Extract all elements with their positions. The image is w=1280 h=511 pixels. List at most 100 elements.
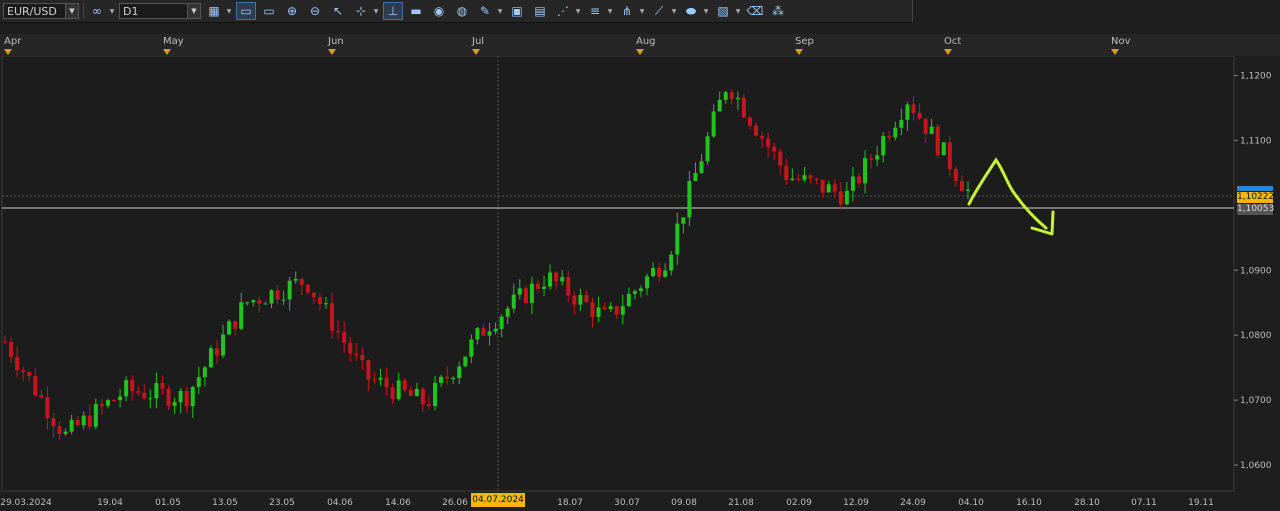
chevron-down-icon[interactable]: ▼	[670, 8, 678, 15]
bearish-candle[interactable]	[214, 348, 219, 356]
bearish-candle[interactable]	[233, 321, 238, 329]
bearish-candle[interactable]	[99, 403, 104, 406]
bullish-candle[interactable]	[941, 142, 946, 156]
bullish-candle[interactable]	[293, 278, 298, 281]
bullish-candle[interactable]	[669, 254, 674, 271]
bearish-candle[interactable]	[3, 341, 7, 343]
bearish-candle[interactable]	[887, 135, 892, 138]
bullish-candle[interactable]	[269, 290, 274, 304]
bearish-candle[interactable]	[9, 341, 14, 357]
bullish-candle[interactable]	[172, 402, 177, 406]
bullish-candle[interactable]	[148, 398, 153, 400]
bearish-candle[interactable]	[45, 397, 50, 419]
bearish-candle[interactable]	[402, 380, 407, 391]
bullish-candle[interactable]	[457, 366, 462, 378]
bullish-candle[interactable]	[493, 328, 498, 332]
zoom-out-icon[interactable]: ⊖	[305, 2, 325, 20]
bullish-candle[interactable]	[596, 307, 601, 318]
cursor-icon[interactable]: ↖	[328, 2, 348, 20]
bullish-candle[interactable]	[263, 303, 268, 305]
bid-icon[interactable]: ▭	[236, 2, 256, 20]
bearish-candle[interactable]	[75, 419, 80, 426]
bearish-candle[interactable]	[760, 135, 765, 139]
bearish-candle[interactable]	[420, 388, 425, 405]
bearish-candle[interactable]	[754, 125, 759, 136]
bearish-candle[interactable]	[729, 92, 734, 100]
bearish-candle[interactable]	[814, 178, 819, 180]
bearish-candle[interactable]	[142, 392, 147, 399]
bullish-candle[interactable]	[578, 294, 583, 305]
pencil-icon[interactable]: ✎	[475, 2, 495, 20]
bullish-candle[interactable]	[608, 306, 613, 310]
bullish-candle[interactable]	[875, 155, 880, 160]
bearish-candle[interactable]	[566, 277, 571, 296]
price-chart[interactable]: Apr May Jun Jul Aug Sep Oct Nov 1,1200 1,1100 1,09…	[0, 30, 1280, 511]
bullish-candle[interactable]	[105, 400, 110, 406]
bearish-candle[interactable]	[445, 376, 450, 379]
bearish-candle[interactable]	[136, 391, 141, 393]
chevron-down-icon[interactable]: ▼	[372, 8, 380, 15]
fan-icon[interactable]: ⋰	[553, 2, 573, 20]
bearish-candle[interactable]	[27, 372, 32, 376]
bearish-candle[interactable]	[354, 353, 359, 355]
bullish-candle[interactable]	[929, 126, 934, 134]
bullish-candle[interactable]	[287, 280, 292, 300]
pitchfork-icon[interactable]: ⋔	[617, 2, 637, 20]
bearish-candle[interactable]	[384, 377, 389, 388]
bullish-candle[interactable]	[517, 288, 522, 295]
bearish-candle[interactable]	[87, 415, 92, 427]
bearish-candle[interactable]	[778, 151, 783, 166]
bearish-candle[interactable]	[959, 181, 964, 191]
bullish-candle[interactable]	[802, 175, 807, 180]
bearish-candle[interactable]	[21, 370, 26, 373]
crosshair-icon[interactable]: ⊹	[351, 2, 371, 20]
bullish-candle[interactable]	[705, 136, 710, 162]
bearish-candle[interactable]	[408, 390, 413, 397]
line-study-icon[interactable]: ⊥	[383, 2, 403, 20]
ellipse-icon[interactable]: ⬬	[681, 2, 701, 20]
bullish-candle[interactable]	[487, 331, 492, 336]
symbol-select[interactable]: EUR/USD ▼	[3, 3, 79, 19]
bearish-candle[interactable]	[869, 158, 874, 160]
note-icon[interactable]: ▬	[406, 2, 426, 20]
bullish-candle[interactable]	[124, 380, 129, 397]
plot-area[interactable]	[1, 55, 1235, 492]
bearish-candle[interactable]	[838, 191, 843, 205]
bearish-candle[interactable]	[305, 284, 310, 293]
bearish-candle[interactable]	[572, 295, 577, 305]
bullish-candle[interactable]	[548, 272, 553, 287]
bullish-candle[interactable]	[69, 419, 74, 432]
bullish-candle[interactable]	[881, 135, 886, 156]
candlestick-chart-svg[interactable]: Apr May Jun Jul Aug Sep Oct Nov 1,1200 1,1100 1,09…	[0, 30, 1280, 511]
bearish-candle[interactable]	[366, 360, 371, 380]
bearish-candle[interactable]	[784, 165, 789, 180]
bearish-candle[interactable]	[342, 332, 347, 343]
bearish-candle[interactable]	[741, 97, 746, 118]
bearish-candle[interactable]	[257, 300, 262, 304]
bearish-candle[interactable]	[57, 426, 62, 434]
eraser-icon[interactable]: ⌫	[745, 2, 765, 20]
bullish-candle[interactable]	[850, 176, 855, 191]
bearish-candle[interactable]	[523, 288, 528, 303]
bullish-candle[interactable]	[663, 270, 668, 277]
bearish-candle[interactable]	[15, 356, 20, 371]
timeframe-select[interactable]: D1 ▼	[119, 3, 201, 19]
bearish-candle[interactable]	[112, 400, 117, 402]
chevron-down-icon[interactable]: ▼	[606, 8, 614, 15]
bullish-candle[interactable]	[208, 348, 213, 368]
chevron-down-icon[interactable]: ▼	[187, 4, 200, 18]
bearish-candle[interactable]	[390, 387, 395, 400]
chart-type-icon[interactable]: ▦	[204, 2, 224, 20]
bullish-candle[interactable]	[687, 180, 692, 218]
bearish-candle[interactable]	[299, 278, 304, 285]
trend-icon[interactable]: ⟋	[649, 2, 669, 20]
bearish-candle[interactable]	[39, 395, 44, 398]
monitor-icon[interactable]: ▧	[713, 2, 733, 20]
bullish-candle[interactable]	[118, 396, 123, 401]
bearish-candle[interactable]	[535, 283, 540, 289]
link-icon[interactable]: ∞	[87, 2, 107, 20]
bearish-candle[interactable]	[766, 138, 771, 147]
ask-icon[interactable]: ▭	[259, 2, 279, 20]
bearish-candle[interactable]	[372, 379, 377, 381]
bullish-candle[interactable]	[378, 377, 383, 380]
